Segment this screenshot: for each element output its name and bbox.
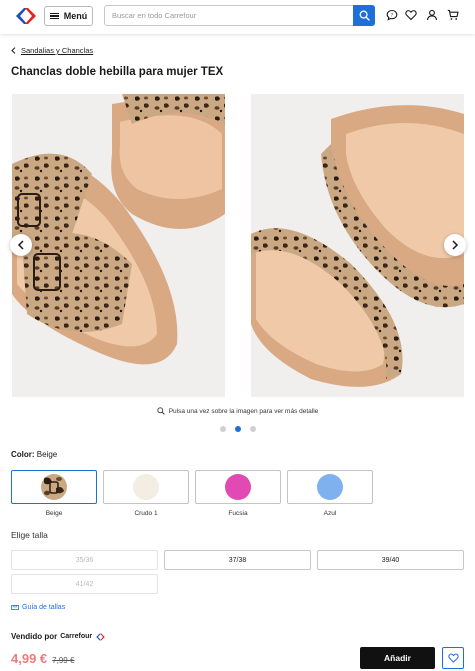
previous-price: 7,99 € — [52, 656, 75, 665]
carrefour-logo[interactable] — [13, 7, 39, 25]
top-header: Menú ? — [0, 0, 475, 34]
ruler-icon — [11, 605, 19, 610]
breadcrumb: Sandalias y Chanclas — [11, 46, 93, 55]
azul-swatch — [317, 474, 343, 500]
hamburger-icon — [49, 12, 59, 20]
gallery-next-button[interactable] — [444, 234, 466, 256]
color-label: Color: Beige — [11, 450, 57, 459]
gallery-dot-active[interactable] — [234, 426, 241, 432]
size-option-37-38[interactable]: 37/38 — [164, 550, 311, 570]
carrefour-logo — [96, 633, 105, 640]
gallery-dot[interactable] — [249, 426, 256, 432]
current-price: 4,99 € — [11, 651, 48, 666]
sandal-photo-1 — [12, 94, 225, 397]
size-guide-label: Guía de tallas — [22, 604, 66, 611]
svg-text:?: ? — [391, 12, 394, 18]
color-option-azul[interactable] — [287, 470, 373, 504]
menu-label: Menú — [63, 11, 88, 21]
size-label: Elige talla — [11, 530, 48, 540]
product-title: Chanclas doble hebilla para mujer TEX — [11, 66, 224, 78]
color-option-name: Beige — [45, 510, 63, 517]
size-guide-link[interactable]: Guía de tallas — [11, 604, 65, 611]
heart-icon — [447, 653, 459, 663]
seller-info: Vendido por Carrefour — [11, 632, 106, 641]
seller-label: Vendido por — [11, 632, 58, 641]
chevron-right-icon — [452, 240, 459, 250]
search-icon — [359, 10, 370, 21]
size-option-39-40[interactable]: 39/40 — [317, 550, 464, 570]
add-to-cart-button[interactable]: Añadir — [360, 647, 435, 669]
breadcrumb-link[interactable]: Sandalias y Chanclas — [21, 46, 93, 55]
size-option-35-36[interactable]: 35/36 — [11, 550, 158, 570]
product-image-2[interactable] — [251, 94, 464, 397]
favorite-button[interactable] — [442, 647, 464, 669]
seller-name: Carrefour — [60, 633, 93, 640]
color-option-fucsia[interactable] — [195, 470, 281, 504]
user-icon[interactable] — [426, 9, 438, 21]
search-input[interactable] — [105, 6, 355, 25]
search-button[interactable] — [353, 5, 375, 26]
color-option-name: Crudo 1 — [134, 510, 158, 517]
zoom-hint-text: Pulsa una vez sobre la imagen para ver m… — [168, 407, 319, 415]
color-selected-value: Beige — [36, 450, 58, 459]
color-option-name: Fucsia — [228, 510, 248, 517]
price-block: 4,99 € 7,99 € — [11, 651, 74, 666]
zoom-hint: Pulsa una vez sobre la imagen para ver m… — [0, 407, 475, 415]
cart-icon[interactable] — [447, 9, 459, 21]
chevron-left-icon — [17, 240, 24, 250]
fucsia-swatch — [225, 474, 251, 500]
menu-button[interactable]: Menú — [44, 6, 93, 26]
search-bar — [104, 5, 375, 26]
crudo-swatch — [133, 474, 159, 500]
color-option-crudo[interactable] — [103, 470, 189, 504]
chevron-left-icon — [11, 47, 16, 54]
gallery-dots — [0, 426, 475, 432]
chat-icon[interactable]: ? — [386, 9, 398, 21]
color-option-name: Azul — [323, 510, 337, 517]
color-option-beige[interactable] — [11, 470, 97, 504]
size-option-41-42[interactable]: 41/42 — [11, 574, 158, 594]
zoom-icon — [157, 407, 165, 415]
sandal-photo-2 — [251, 94, 464, 397]
color-label-prefix: Color: — [11, 450, 35, 459]
gallery-dot[interactable] — [219, 426, 226, 432]
gallery-prev-button[interactable] — [10, 234, 32, 256]
heart-icon[interactable] — [405, 9, 417, 21]
product-image-1[interactable] — [12, 94, 225, 397]
leopard-swatch — [41, 474, 67, 500]
